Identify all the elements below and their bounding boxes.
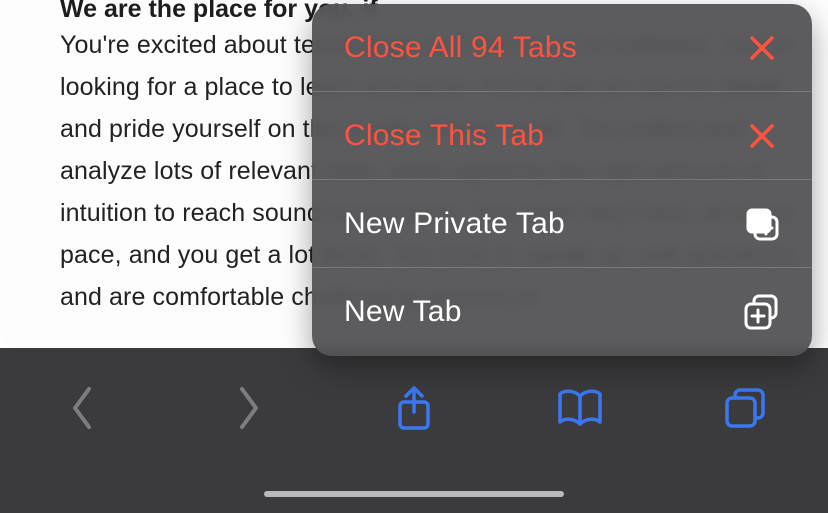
menu-item-label: Close All 94 Tabs bbox=[344, 31, 577, 65]
back-button[interactable] bbox=[33, 378, 133, 438]
share-icon bbox=[394, 384, 434, 432]
browser-toolbar bbox=[0, 348, 828, 513]
new-private-tab-item[interactable]: New Private Tab bbox=[312, 180, 812, 268]
menu-item-label: New Tab bbox=[344, 295, 462, 329]
tabs-icon bbox=[723, 386, 767, 430]
chevron-left-icon bbox=[69, 385, 97, 431]
menu-item-label: New Private Tab bbox=[344, 207, 565, 241]
share-button[interactable] bbox=[364, 378, 464, 438]
new-tab-item[interactable]: New Tab bbox=[312, 268, 812, 356]
new-tab-icon bbox=[744, 294, 780, 330]
menu-item-label: Close This Tab bbox=[344, 119, 544, 153]
close-icon bbox=[744, 30, 780, 66]
tabs-context-menu: Close All 94 Tabs Close This Tab New Pri… bbox=[312, 4, 812, 356]
close-icon bbox=[744, 118, 780, 154]
close-this-tab-item[interactable]: Close This Tab bbox=[312, 92, 812, 180]
home-indicator[interactable] bbox=[264, 491, 564, 497]
bookmarks-button[interactable] bbox=[530, 378, 630, 438]
forward-button[interactable] bbox=[198, 378, 298, 438]
close-all-tabs-item[interactable]: Close All 94 Tabs bbox=[312, 4, 812, 92]
tabs-button[interactable] bbox=[695, 378, 795, 438]
new-private-tab-icon bbox=[744, 206, 780, 242]
book-icon bbox=[556, 388, 604, 428]
chevron-right-icon bbox=[234, 385, 262, 431]
